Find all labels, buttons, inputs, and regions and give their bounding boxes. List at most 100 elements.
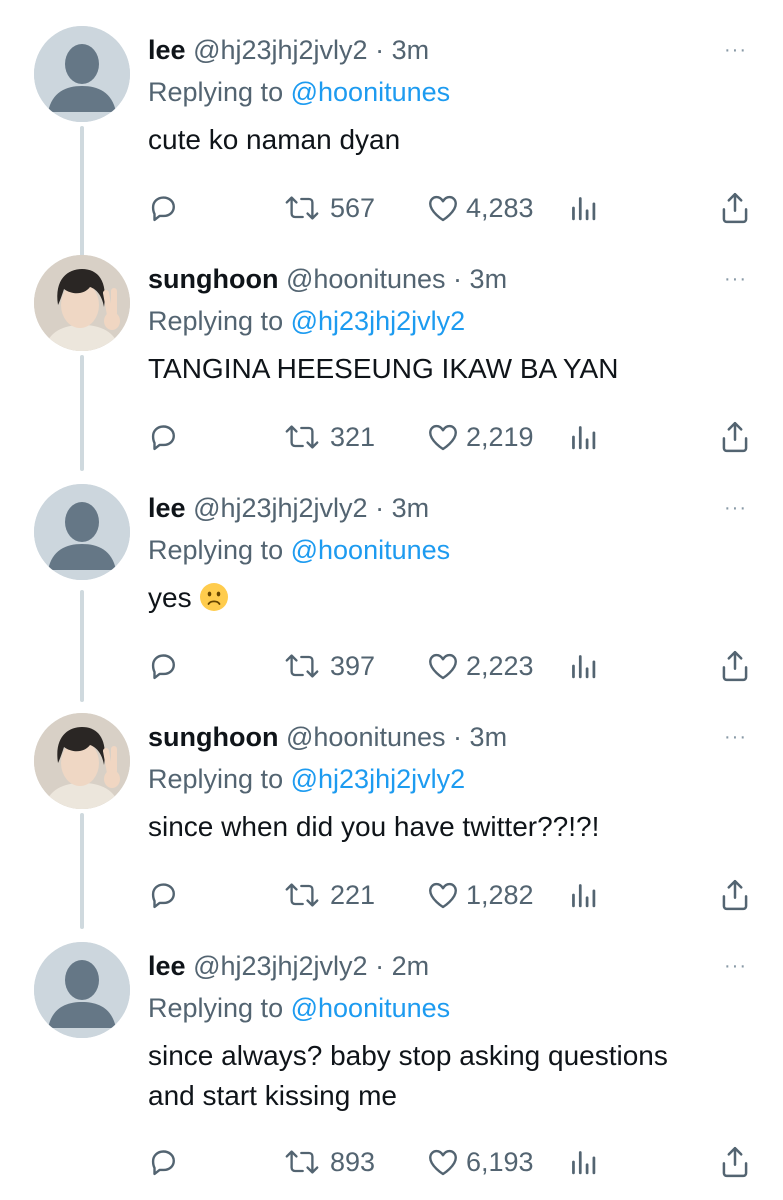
like-count: 2,223 xyxy=(466,650,534,681)
tweet-actions: 221 1,282 xyxy=(0,875,783,915)
avatar[interactable] xyxy=(34,484,130,580)
mention-link[interactable]: @hoonitunes xyxy=(291,993,451,1023)
more-icon[interactable]: ··· xyxy=(724,956,747,976)
retweet-button[interactable]: 397 xyxy=(284,646,375,686)
retweet-icon xyxy=(285,1150,319,1174)
replying-to-label: Replying to xyxy=(148,764,284,794)
share-icon xyxy=(722,650,748,682)
author-handle[interactable]: @hoonitunes xyxy=(286,722,446,752)
author-name[interactable]: sunghoon xyxy=(148,722,278,752)
analytics-button[interactable] xyxy=(568,646,598,686)
like-button[interactable]: 4,283 xyxy=(426,188,534,228)
avatar[interactable] xyxy=(34,255,130,351)
timestamp[interactable]: 3m xyxy=(392,35,430,65)
author-name[interactable]: lee xyxy=(148,951,186,981)
like-button[interactable]: 6,193 xyxy=(426,1142,534,1182)
reply-icon xyxy=(151,196,175,222)
tweet-text: yes xyxy=(148,578,748,618)
reply-button[interactable] xyxy=(146,188,180,228)
retweet-icon xyxy=(285,425,319,449)
retweet-icon xyxy=(285,654,319,678)
retweet-icon xyxy=(285,196,319,220)
default-avatar-icon xyxy=(34,26,130,122)
replying-to: Replying to @hoonitunes xyxy=(148,992,450,1024)
analytics-icon xyxy=(572,426,596,450)
analytics-button[interactable] xyxy=(568,1142,598,1182)
reply-button[interactable] xyxy=(146,417,180,457)
author-name[interactable]: lee xyxy=(148,35,186,65)
mention-link[interactable]: @hj23jhj2jvly2 xyxy=(291,306,466,336)
tweet-text: since always? baby stop asking questions… xyxy=(148,1036,748,1116)
retweet-button[interactable]: 893 xyxy=(284,1142,375,1182)
replying-to-label: Replying to xyxy=(148,306,284,336)
more-icon[interactable]: ··· xyxy=(724,727,747,747)
retweet-button[interactable]: 321 xyxy=(284,417,375,457)
tweet-actions: 893 6,193 xyxy=(0,1142,783,1182)
separator: · xyxy=(453,722,463,752)
avatar[interactable] xyxy=(34,713,130,809)
share-icon xyxy=(722,1146,748,1178)
like-count: 2,219 xyxy=(466,421,534,452)
timestamp[interactable]: 3m xyxy=(470,264,508,294)
timestamp[interactable]: 3m xyxy=(392,493,430,523)
like-button[interactable]: 2,223 xyxy=(426,646,534,686)
like-count: 1,282 xyxy=(466,879,534,910)
author-name[interactable]: lee xyxy=(148,493,186,523)
separator: · xyxy=(375,35,385,65)
like-button[interactable]: 1,282 xyxy=(426,875,534,915)
analytics-icon xyxy=(572,197,596,221)
more-icon[interactable]: ··· xyxy=(724,498,747,518)
reply-button[interactable] xyxy=(146,646,180,686)
replying-to-label: Replying to xyxy=(148,535,284,565)
author-handle[interactable]: @hj23jhj2jvly2 xyxy=(193,35,368,65)
retweet-count: 567 xyxy=(330,192,376,223)
avatar[interactable] xyxy=(34,26,130,122)
share-button[interactable] xyxy=(718,188,752,228)
reply-icon xyxy=(151,883,175,909)
author-name[interactable]: sunghoon xyxy=(148,264,278,294)
reply-button[interactable] xyxy=(146,875,180,915)
like-icon xyxy=(429,1149,457,1176)
mention-link[interactable]: @hj23jhj2jvly2 xyxy=(291,764,466,794)
avatar[interactable] xyxy=(34,942,130,1038)
like-count: 6,193 xyxy=(466,1146,534,1177)
timestamp[interactable]: 3m xyxy=(470,722,508,752)
tweet-text-line: TANGINA HEESEUNG IKAW BA YAN xyxy=(148,353,619,384)
author-handle[interactable]: @hj23jhj2jvly2 xyxy=(193,493,368,523)
share-button[interactable] xyxy=(718,646,752,686)
tweet-actions: 397 2,223 xyxy=(0,646,783,686)
like-button[interactable]: 2,219 xyxy=(426,417,534,457)
analytics-button[interactable] xyxy=(568,417,598,457)
analytics-icon xyxy=(572,1151,596,1175)
mention-link[interactable]: @hoonitunes xyxy=(291,77,451,107)
tweet-text-line: yes xyxy=(148,582,192,613)
analytics-button[interactable] xyxy=(568,188,598,228)
analytics-button[interactable] xyxy=(568,875,598,915)
more-icon[interactable]: ··· xyxy=(724,40,747,60)
tweet-text-line: cute ko naman dyan xyxy=(148,124,401,155)
tweet-text-line: since when did you have twitter??!?! xyxy=(148,811,600,842)
tweet-header: lee @hj23jhj2jvly2 · 2m xyxy=(148,950,429,982)
reply-button[interactable] xyxy=(146,1142,180,1182)
share-button[interactable] xyxy=(718,417,752,457)
timestamp[interactable]: 2m xyxy=(392,951,430,981)
share-button[interactable] xyxy=(718,1142,752,1182)
tweet-text-line: since always? baby stop asking questions xyxy=(148,1040,668,1071)
profile-photo-icon xyxy=(34,713,130,809)
tweet-header: lee @hj23jhj2jvly2 · 3m xyxy=(148,34,429,66)
retweet-count: 321 xyxy=(330,421,376,452)
retweet-button[interactable]: 221 xyxy=(284,875,375,915)
retweet-button[interactable]: 567 xyxy=(284,188,375,228)
share-button[interactable] xyxy=(718,875,752,915)
retweet-count: 397 xyxy=(330,650,376,681)
mention-link[interactable]: @hoonitunes xyxy=(291,535,451,565)
author-handle[interactable]: @hj23jhj2jvly2 xyxy=(193,951,368,981)
author-handle[interactable]: @hoonitunes xyxy=(286,264,446,294)
tweet-text: since when did you have twitter??!?! xyxy=(148,807,748,847)
frowning-face-icon xyxy=(200,583,229,611)
share-icon xyxy=(722,192,748,224)
more-icon[interactable]: ··· xyxy=(724,269,747,289)
retweet-count: 893 xyxy=(330,1146,376,1177)
tweet-header: sunghoon @hoonitunes · 3m xyxy=(148,263,507,295)
replying-to-label: Replying to xyxy=(148,993,284,1023)
